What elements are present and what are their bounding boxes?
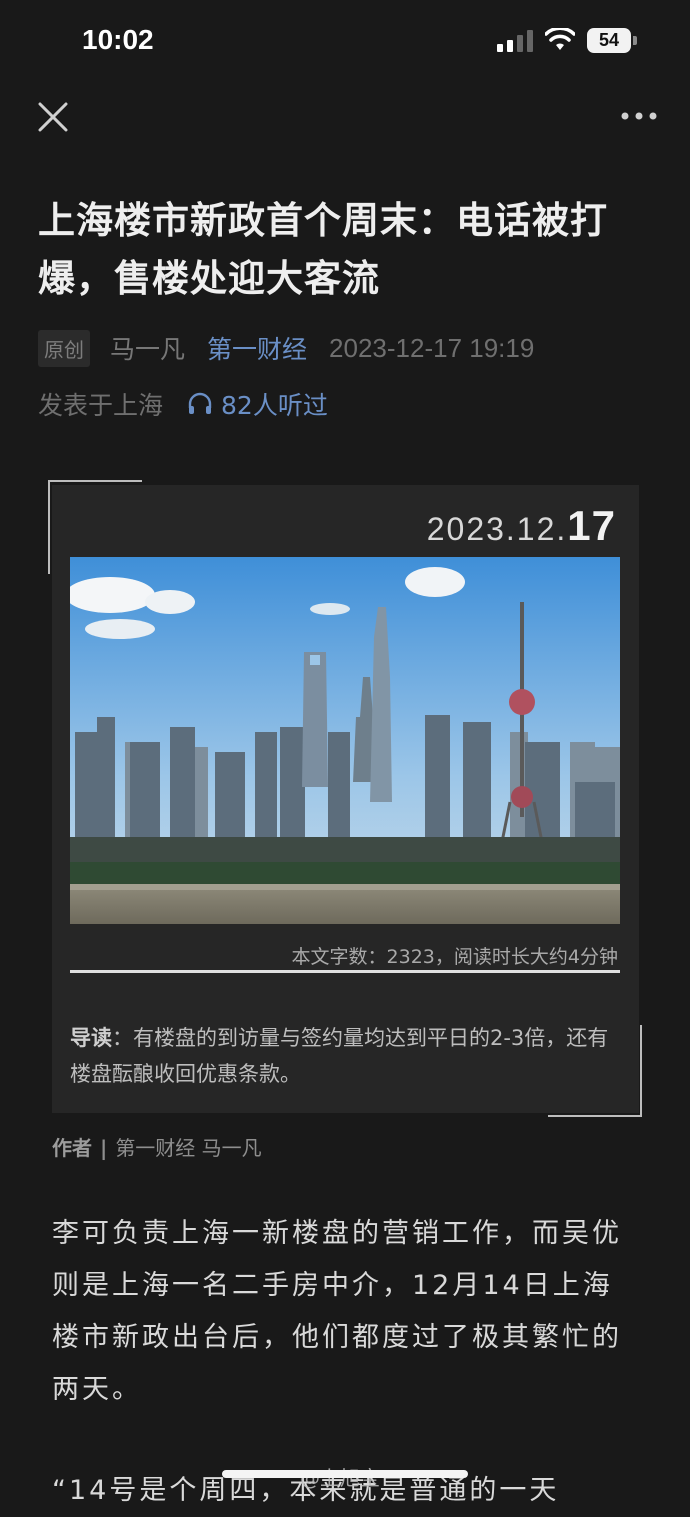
publish-datetime: 2023-12-17 19:19 (329, 332, 535, 363)
status-time: 10:02 (82, 24, 154, 55)
article-meta: 原创 马一凡 第一财经 2023-12-17 19:19 (38, 328, 534, 368)
byline-text: 第一财经 马一凡 (115, 1136, 262, 1160)
byline-label: 作者 (52, 1136, 92, 1160)
wifi-icon (545, 28, 575, 50)
headphones-icon (188, 392, 212, 414)
close-button[interactable] (36, 100, 70, 134)
word-count: 本文字数：2323，阅读时长大约4分钟 (291, 946, 618, 968)
intro-label: 导读 (70, 1026, 112, 1050)
battery-level: 54 (587, 28, 631, 53)
source-link[interactable]: 第一财经 (207, 330, 307, 366)
body-paragraph: 李可负责上海一新楼盘的营销工作，而吴优则是上海一名二手房中介，12月14日上海楼… (52, 1218, 622, 1405)
more-options-button[interactable] (620, 110, 658, 122)
card-divider (70, 970, 620, 973)
intro-text: 导读：有楼盘的到访量与签约量均达到平日的2-3倍，还有楼盘酝酿收回优惠条款。 (70, 1020, 622, 1092)
listen-button[interactable]: 82人听过 (187, 386, 328, 422)
home-indicator[interactable] (222, 1470, 468, 1478)
intro-body: ：有楼盘的到访量与签约量均达到平日的2-3倍，还有楼盘酝酿收回优惠条款。 (70, 1026, 609, 1086)
battery-icon: 54 (587, 28, 637, 53)
article-title: 上海楼市新政首个周末：电话被打爆，售楼处迎大客流 (38, 199, 608, 300)
skyline-photo[interactable] (70, 557, 620, 924)
card-date: 2023.12.17 (426, 502, 616, 549)
original-badge: 原创 (38, 329, 90, 367)
article-meta-2: 发表于上海 82人听过 (38, 384, 328, 424)
publish-location: 发表于上海 (38, 391, 164, 420)
signal-icon (497, 30, 533, 52)
card-date-day: 17 (567, 502, 616, 549)
author-name[interactable]: 马一凡 (110, 330, 185, 366)
byline: 作者 | 第一财经 马一凡 (52, 1136, 262, 1160)
listen-count: 82人听过 (221, 391, 328, 420)
